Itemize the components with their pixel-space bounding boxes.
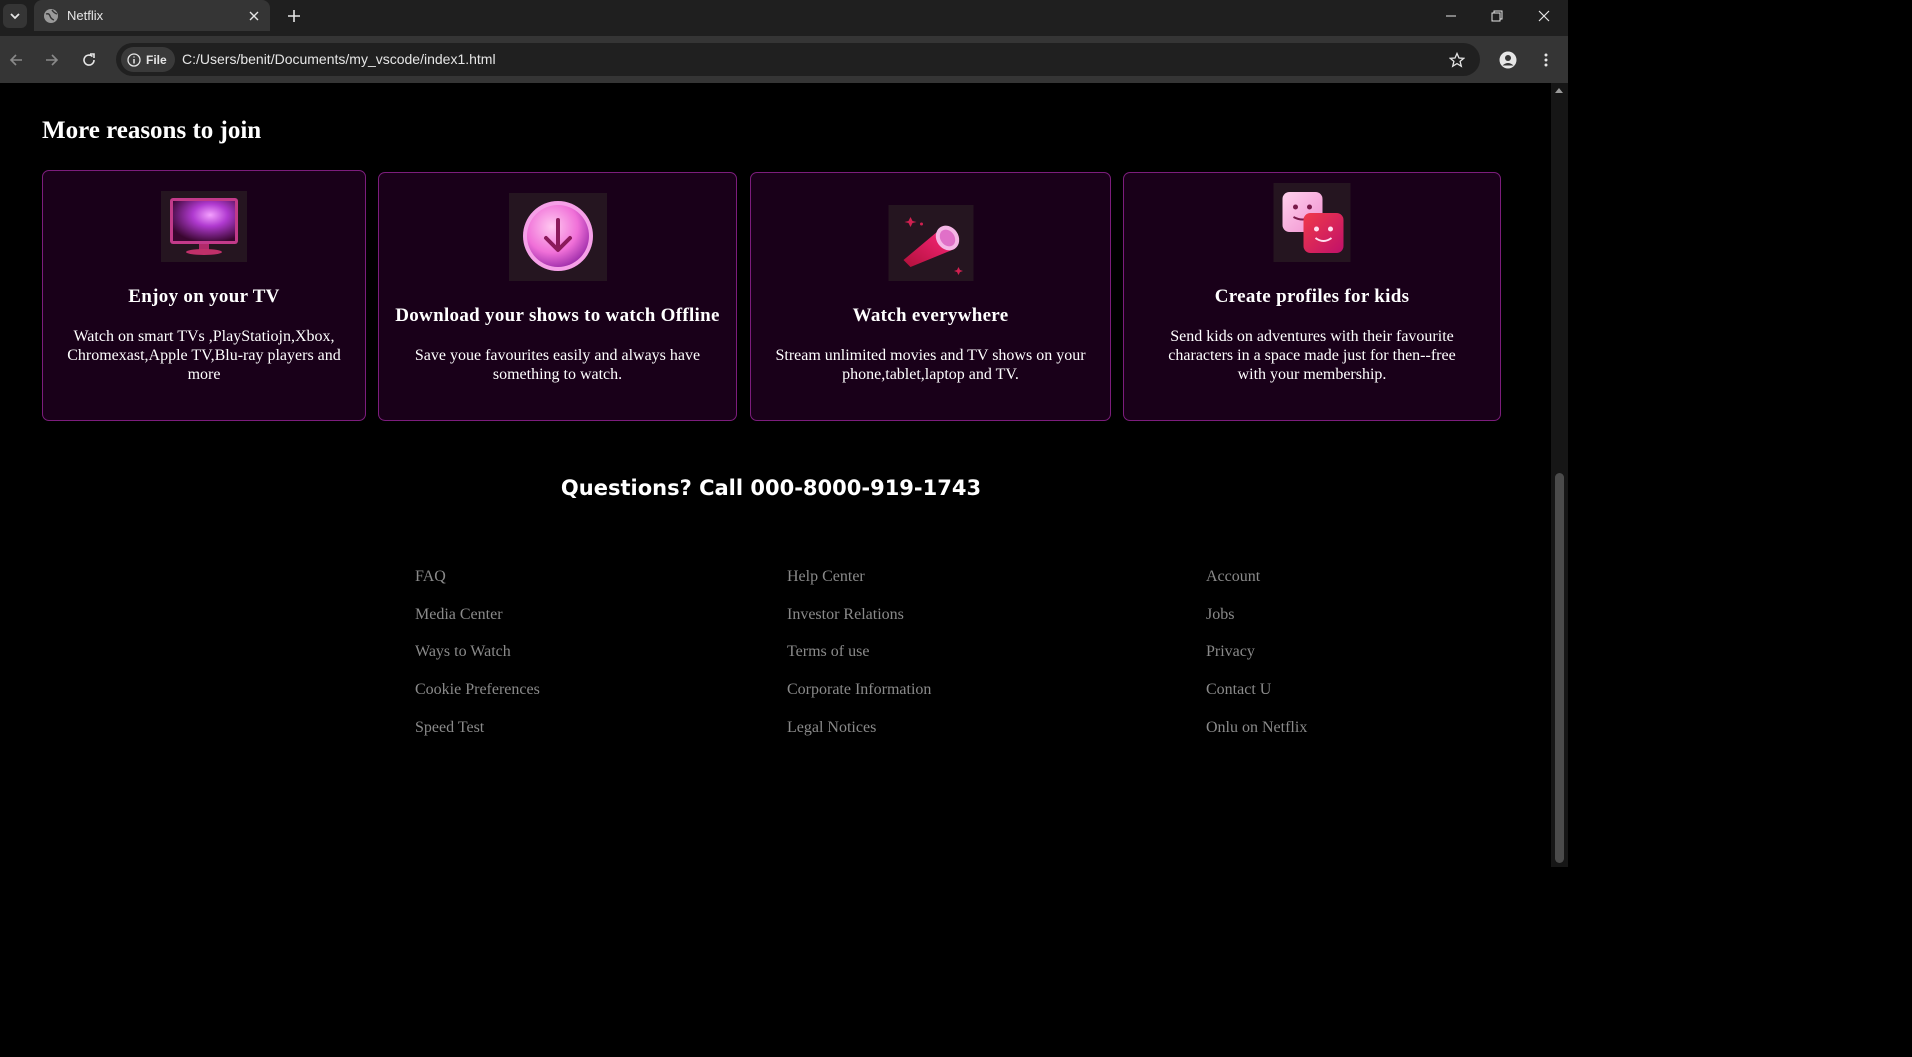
- site-info-chip[interactable]: File: [121, 47, 175, 72]
- close-window-button[interactable]: [1521, 0, 1567, 31]
- scroll-up-arrow-icon[interactable]: [1555, 88, 1563, 93]
- browser-tab[interactable]: Netflix: [34, 0, 270, 31]
- footer-link-ways-to-watch[interactable]: Ways to Watch: [415, 642, 540, 680]
- tab-search-button[interactable]: [3, 4, 27, 28]
- minimize-icon: [1446, 15, 1456, 16]
- card-kids-profiles: Create profiles for kids Send kids on ad…: [1123, 172, 1501, 421]
- questions-heading: Questions? Call 000-8000-919-1743: [560, 476, 982, 500]
- card-description: Watch on smart TVs ,PlayStatiojn,Xbox, C…: [67, 328, 341, 383]
- footer-link-help-center[interactable]: Help Center: [787, 567, 931, 605]
- arrow-right-icon: [46, 54, 59, 66]
- profile-button[interactable]: [1495, 47, 1521, 73]
- restore-button[interactable]: [1474, 0, 1520, 31]
- scrollbar-thumb[interactable]: [1555, 473, 1564, 863]
- bookmark-button[interactable]: [1446, 49, 1468, 71]
- card-watch-everywhere: Watch everywhere Stream unlimited movies…: [750, 172, 1111, 421]
- card-tv: Enjoy on your TV Watch on smart TVs ,Pla…: [42, 170, 366, 421]
- page-viewport: More reasons to join Enjoy on your TV Wa…: [0, 83, 1551, 867]
- footer-link-speed-test[interactable]: Speed Test: [415, 718, 540, 756]
- card-description: Send kids on adventures with their favou…: [1168, 328, 1456, 383]
- globe-icon: [43, 8, 59, 24]
- address-bar[interactable]: File C:/Users/benit/Documents/my_vscode/…: [116, 43, 1480, 76]
- menu-button[interactable]: [1533, 47, 1559, 73]
- footer-link-corporate-information[interactable]: Corporate Information: [787, 680, 931, 718]
- arrow-left-icon: [9, 54, 22, 66]
- forward-button[interactable]: [39, 47, 65, 73]
- footer-link-faq[interactable]: FAQ: [415, 567, 540, 605]
- tab-title: Netflix: [67, 8, 104, 23]
- footer-link-jobs[interactable]: Jobs: [1206, 605, 1307, 643]
- footer-link-investor-relations[interactable]: Investor Relations: [787, 605, 931, 643]
- footer-link-only-on-netflix[interactable]: Onlu on Netflix: [1206, 718, 1307, 756]
- tab-strip: Netflix: [0, 0, 1568, 36]
- footer-link-terms-of-use[interactable]: Terms of use: [787, 642, 931, 680]
- footer-column-2: Help Center Investor Relations Terms of …: [787, 567, 931, 755]
- chevron-down-icon: [10, 13, 20, 20]
- back-button[interactable]: [3, 47, 29, 73]
- card-title: Watch everywhere: [852, 305, 1009, 326]
- new-tab-button[interactable]: [282, 4, 306, 28]
- card-title: Enjoy on your TV: [128, 286, 280, 307]
- vertical-scrollbar[interactable]: [1551, 83, 1568, 867]
- plus-icon: [288, 10, 300, 22]
- browser-toolbar: File C:/Users/benit/Documents/my_vscode/…: [0, 36, 1568, 83]
- footer-link-media-center[interactable]: Media Center: [415, 605, 540, 643]
- card-title: Download your shows to watch Offline: [395, 305, 720, 326]
- card-description: Stream unlimited movies and TV shows on …: [775, 347, 1086, 383]
- site-chip-label: File: [146, 52, 167, 67]
- footer-link-contact-us[interactable]: Contact U: [1206, 680, 1307, 718]
- more-vert-icon: [1544, 53, 1548, 67]
- profile-icon: [1499, 51, 1517, 69]
- minimize-button[interactable]: [1428, 0, 1474, 31]
- card-title: Create profiles for kids: [1214, 286, 1410, 307]
- tv-icon: [161, 191, 247, 262]
- url-text[interactable]: C:/Users/benit/Documents/my_vscode/index…: [182, 51, 496, 67]
- reload-button[interactable]: [76, 47, 102, 73]
- star-icon: [1449, 52, 1465, 68]
- section-heading: More reasons to join: [42, 117, 262, 144]
- reload-icon: [83, 53, 95, 66]
- footer-column-1: FAQ Media Center Ways to Watch Cookie Pr…: [415, 567, 540, 755]
- info-icon: [127, 52, 141, 67]
- footer-link-account[interactable]: Account: [1206, 567, 1307, 605]
- footer-column-3: Account Jobs Privacy Contact U Onlu on N…: [1206, 567, 1307, 755]
- download-icon: [508, 193, 607, 281]
- footer-link-cookie-preferences[interactable]: Cookie Preferences: [415, 680, 540, 718]
- card-description: Save youe favourites easily and always h…: [414, 347, 701, 383]
- restore-icon: [1491, 10, 1503, 21]
- card-download: Download your shows to watch Offline Sav…: [378, 172, 737, 421]
- footer-link-legal-notices[interactable]: Legal Notices: [787, 718, 931, 756]
- close-tab-icon[interactable]: [244, 6, 264, 26]
- profiles-icon: [1273, 183, 1351, 262]
- telescope-icon: [888, 205, 973, 281]
- footer-link-privacy[interactable]: Privacy: [1206, 642, 1307, 680]
- close-icon: [1538, 10, 1550, 21]
